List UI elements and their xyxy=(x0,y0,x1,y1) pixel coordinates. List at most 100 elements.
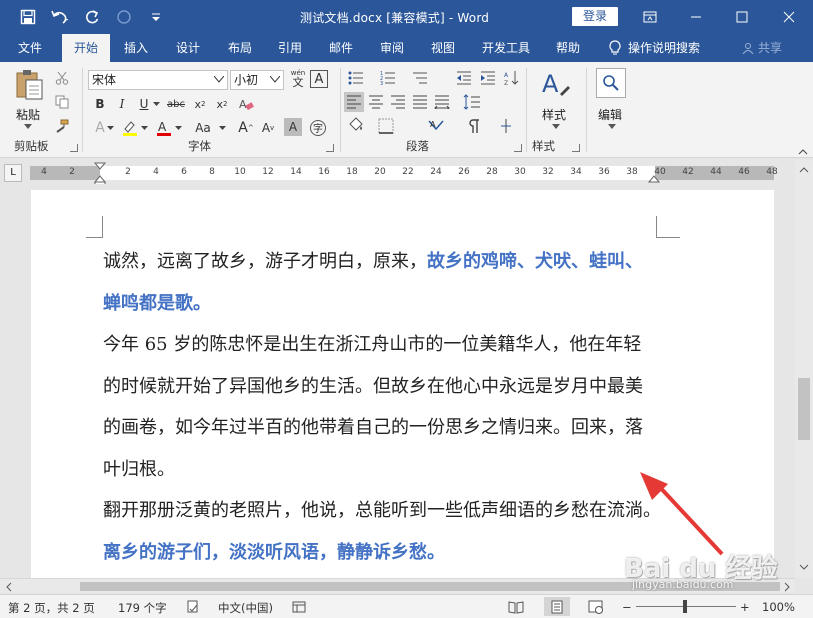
horizontal-ruler[interactable]: L 4 2 2 4 6 8 10 12 14 16 18 20 22 24 26 28 30 32 34 36 38 40… xyxy=(0,160,813,189)
login-button[interactable]: 登录 xyxy=(572,7,618,26)
superscript-button[interactable]: x2 xyxy=(212,94,232,114)
customize-qat-icon[interactable] xyxy=(144,6,168,28)
font-size-combo[interactable]: 小初 xyxy=(230,70,284,90)
character-border-button[interactable]: A xyxy=(310,70,328,88)
tab-review[interactable]: 审阅 xyxy=(370,34,414,62)
copy-icon[interactable] xyxy=(52,92,72,112)
shading-icon[interactable] xyxy=(346,116,366,136)
tab-view[interactable]: 视图 xyxy=(421,34,465,62)
styles-button[interactable]: A 样式 xyxy=(536,68,576,132)
zoom-in-button[interactable]: + xyxy=(740,600,750,614)
clipboard-launcher-icon[interactable] xyxy=(70,144,78,152)
read-mode-icon[interactable] xyxy=(508,600,524,617)
tab-file[interactable]: 文件 xyxy=(8,34,52,62)
right-indent-marker[interactable] xyxy=(648,174,660,184)
document-line[interactable]: 翻开那册泛黄的老照片，他说，总能听到一些低声细语的乡愁在流淌。 xyxy=(103,496,661,522)
minimize-icon[interactable] xyxy=(674,0,718,34)
document-line[interactable]: 蝉鸣都是歌。 xyxy=(103,289,211,315)
character-shading-button[interactable]: A xyxy=(284,118,302,136)
document-page[interactable]: 诚然，远离了故乡，游子才明白，原来，故乡的鸡啼、犬吠、蛙叫、 蝉鸣都是歌。今年 6… xyxy=(31,190,774,578)
asian-typography-icon[interactable] xyxy=(496,116,516,136)
shrink-font-button[interactable]: Av xyxy=(258,118,278,138)
line-spacing-icon[interactable] xyxy=(462,92,482,112)
change-case-dropdown-icon[interactable] xyxy=(216,118,228,138)
subscript-button[interactable]: x2 xyxy=(190,94,210,114)
align-right-icon[interactable] xyxy=(388,92,408,112)
cut-icon[interactable] xyxy=(52,68,72,88)
document-line[interactable]: 今年 65 岁的陈忠怀是出生在浙江舟山市的一位美籍华人，他在年轻 xyxy=(103,330,641,356)
font-color-icon[interactable]: A xyxy=(154,118,174,138)
chinese-layout-icon[interactable]: A xyxy=(426,116,446,136)
share-button[interactable]: 共享 xyxy=(742,34,794,62)
close-icon[interactable] xyxy=(767,0,811,34)
font-color-dropdown-icon[interactable] xyxy=(172,118,184,138)
tab-home[interactable]: 开始 xyxy=(62,34,110,62)
vertical-scroll-thumb[interactable] xyxy=(798,378,810,440)
scroll-down-icon[interactable] xyxy=(799,564,809,571)
font-name-combo[interactable]: 宋体 xyxy=(88,70,228,90)
document-line[interactable]: 离乡的游子们，淡淡听风语，静静诉乡愁。 xyxy=(103,538,445,564)
print-layout-icon[interactable] xyxy=(544,597,570,616)
text-effects-dropdown-icon[interactable] xyxy=(104,118,116,138)
decrease-indent-icon[interactable] xyxy=(454,68,474,88)
tab-selector[interactable]: L xyxy=(4,164,22,182)
highlight-icon[interactable] xyxy=(120,118,140,138)
numbering-icon[interactable]: 123 xyxy=(378,68,398,88)
change-case-button[interactable]: Aa xyxy=(190,118,216,138)
zoom-slider-thumb[interactable] xyxy=(683,600,687,613)
redo-icon[interactable] xyxy=(80,6,104,28)
bullets-icon[interactable] xyxy=(346,68,366,88)
collapse-ribbon-icon[interactable] xyxy=(798,144,808,158)
tab-help[interactable]: 帮助 xyxy=(546,34,590,62)
save-icon[interactable] xyxy=(16,6,40,28)
paste-button[interactable]: 粘贴 xyxy=(10,68,46,132)
ribbon-display-options-icon[interactable] xyxy=(628,0,672,34)
enclose-characters-icon[interactable]: 字 xyxy=(308,118,328,138)
sort-icon[interactable]: AZ xyxy=(502,68,522,88)
increase-indent-icon[interactable] xyxy=(478,68,498,88)
styles-launcher-icon[interactable] xyxy=(572,144,580,152)
distributed-icon[interactable] xyxy=(432,92,452,112)
tab-developer[interactable]: 开发工具 xyxy=(476,34,536,62)
font-launcher-icon[interactable] xyxy=(326,144,334,152)
tab-layout[interactable]: 布局 xyxy=(218,34,262,62)
scroll-up-icon[interactable] xyxy=(799,166,809,173)
tab-insert[interactable]: 插入 xyxy=(114,34,158,62)
bold-button[interactable]: B xyxy=(90,94,110,114)
italic-button[interactable]: I xyxy=(112,94,132,114)
language-indicator[interactable]: 中文(中国) xyxy=(218,600,273,616)
zoom-level[interactable]: 100% xyxy=(762,600,795,614)
zoom-out-button[interactable]: − xyxy=(622,600,632,614)
touch-mode-icon[interactable] xyxy=(112,6,136,28)
strikethrough-button[interactable]: abc xyxy=(166,94,186,114)
editing-button[interactable]: 编辑 xyxy=(594,68,630,132)
tab-design[interactable]: 设计 xyxy=(166,34,210,62)
maximize-icon[interactable] xyxy=(720,0,764,34)
document-line[interactable]: 诚然，远离了故乡，游子才明白，原来，故乡的鸡啼、犬吠、蛙叫、 xyxy=(103,247,643,273)
borders-icon[interactable] xyxy=(376,116,396,136)
multilevel-list-icon[interactable] xyxy=(410,68,430,88)
scroll-left-icon[interactable] xyxy=(5,582,12,592)
highlight-dropdown-icon[interactable] xyxy=(138,118,150,138)
document-area[interactable]: 诚然，远离了故乡，游子才明白，原来，故乡的鸡啼、犬吠、蛙叫、 蝉鸣都是歌。今年 6… xyxy=(0,184,795,578)
document-line[interactable]: 的时候就开始了异国他乡的生活。但故乡在他心中永远是岁月中最美 xyxy=(103,372,643,398)
word-count[interactable]: 179 个字 xyxy=(118,600,167,616)
document-line[interactable]: 的画卷，如今年过半百的他带着自己的一份思乡之情归来。回来，落 xyxy=(103,413,643,439)
clear-formatting-icon[interactable]: A xyxy=(236,94,256,114)
web-layout-icon[interactable] xyxy=(588,600,604,617)
tab-references[interactable]: 引用 xyxy=(268,34,312,62)
format-painter-icon[interactable] xyxy=(52,116,72,136)
show-marks-icon[interactable] xyxy=(464,116,484,136)
align-center-icon[interactable] xyxy=(366,92,386,112)
vertical-scrollbar[interactable] xyxy=(795,160,813,578)
accessibility-icon[interactable] xyxy=(292,600,306,617)
proofing-icon[interactable] xyxy=(186,600,200,617)
align-left-icon[interactable] xyxy=(344,92,364,112)
document-line[interactable]: 叶归根。 xyxy=(103,455,175,481)
tab-mailings[interactable]: 邮件 xyxy=(319,34,363,62)
justify-icon[interactable] xyxy=(410,92,430,112)
page-count[interactable]: 第 2 页，共 2 页 xyxy=(8,600,95,616)
paragraph-launcher-icon[interactable] xyxy=(514,144,522,152)
phonetic-guide-button[interactable]: wén 文 xyxy=(288,68,308,88)
undo-icon[interactable] xyxy=(48,6,72,28)
